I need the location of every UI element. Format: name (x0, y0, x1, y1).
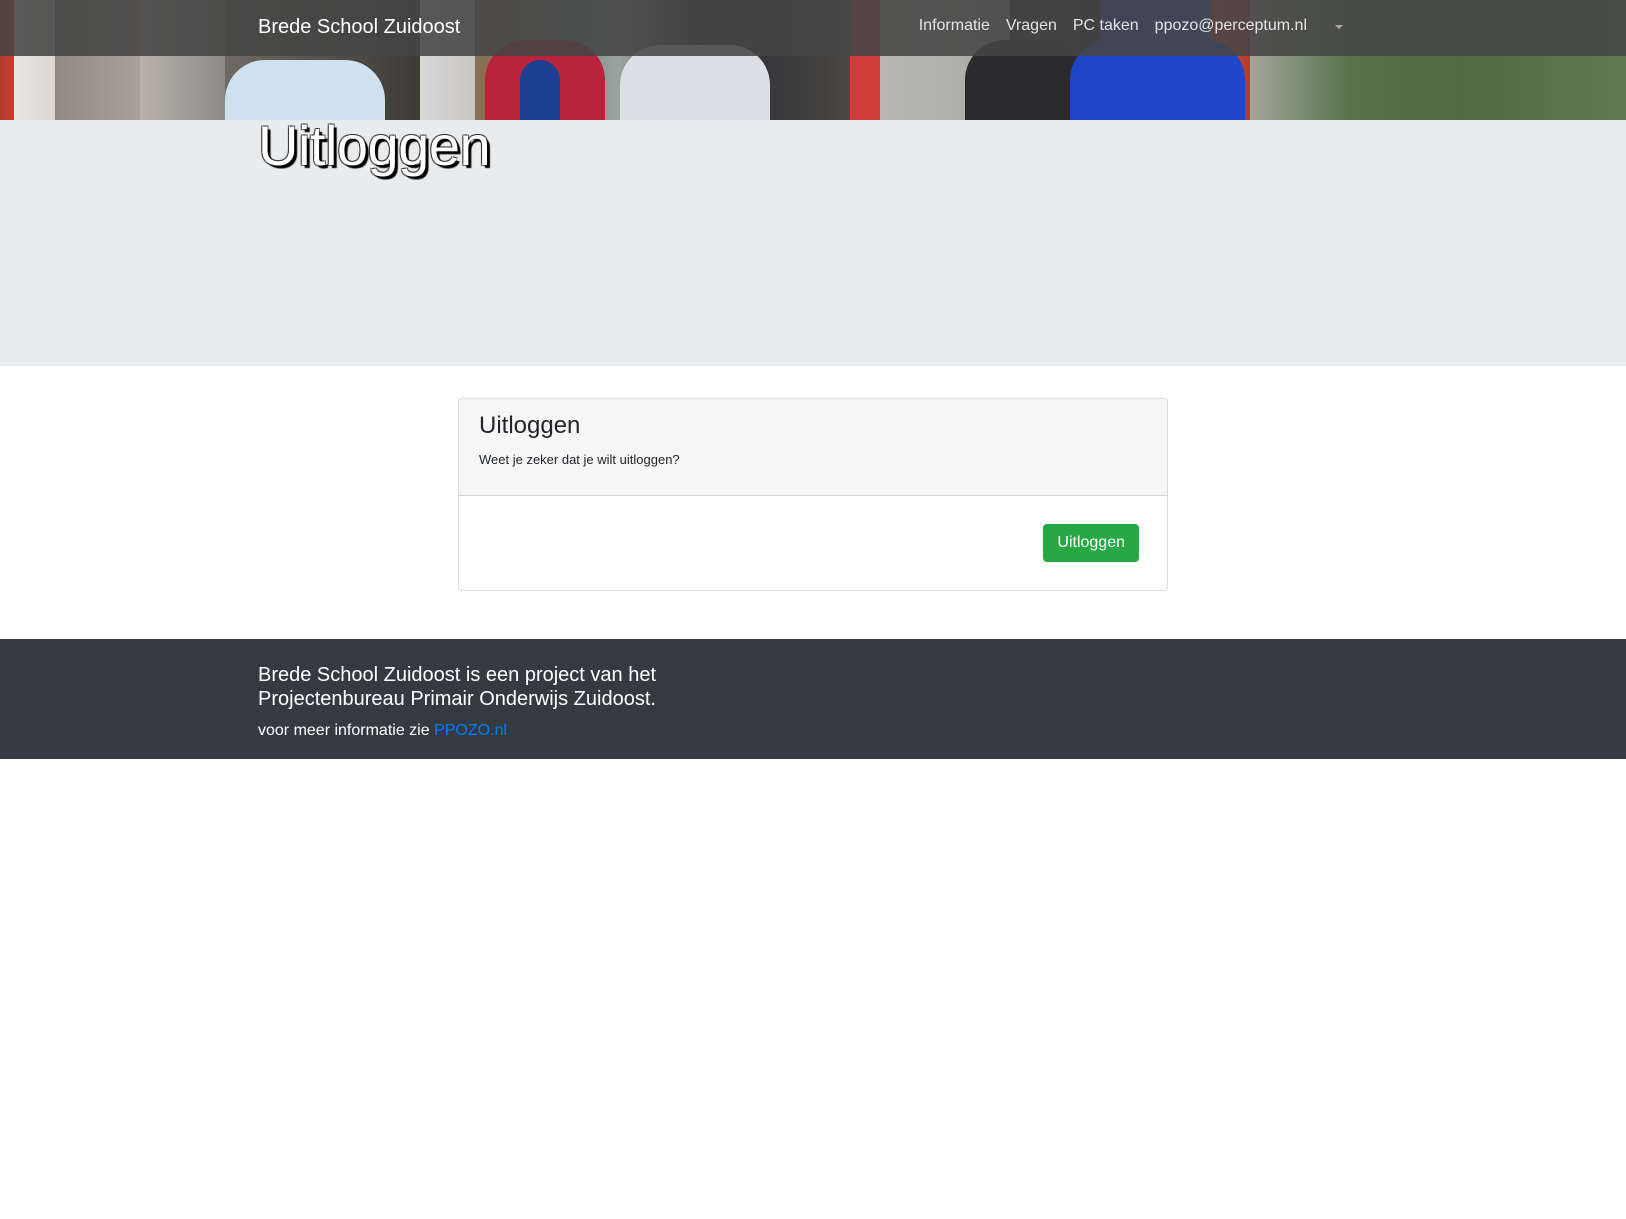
ppozo-link[interactable]: PPOZO.nl (434, 722, 507, 739)
card-title: Uitloggen (479, 412, 581, 439)
card-body: Uitloggen (459, 496, 1167, 590)
footer-text: Brede School Zuidoost is een project van… (258, 664, 657, 710)
card-header: Uitloggen Weet je zeker dat je wilt uitl… (459, 399, 1167, 496)
caret-down-icon[interactable] (1335, 25, 1343, 29)
nav-link-informatie[interactable]: Informatie (919, 17, 990, 35)
logout-button[interactable]: Uitloggen (1043, 524, 1139, 562)
top-navbar: Brede School Zuidoost Informatie Vragen … (0, 0, 1626, 56)
nav-link-user-email[interactable]: ppozo@perceptum.nl (1155, 17, 1307, 35)
footer: Brede School Zuidoost is een project van… (0, 639, 1626, 759)
nav-link-pc-taken[interactable]: PC taken (1073, 17, 1139, 35)
nav-link-vragen[interactable]: Vragen (1006, 17, 1057, 35)
page-title: Uitloggen (258, 114, 491, 177)
jumbotron (0, 120, 1626, 366)
brand-link[interactable]: Brede School Zuidoost (258, 16, 460, 39)
nav-menu: Informatie Vragen PC taken ppozo@percept… (919, 17, 1343, 35)
footer-more-info: voor meer informatie zie PPOZO.nl (258, 722, 507, 740)
logout-card: Uitloggen Weet je zeker dat je wilt uitl… (458, 398, 1168, 591)
footer-more-prefix: voor meer informatie zie (258, 722, 430, 739)
card-subtitle: Weet je zeker dat je wilt uitloggen? (479, 452, 680, 467)
